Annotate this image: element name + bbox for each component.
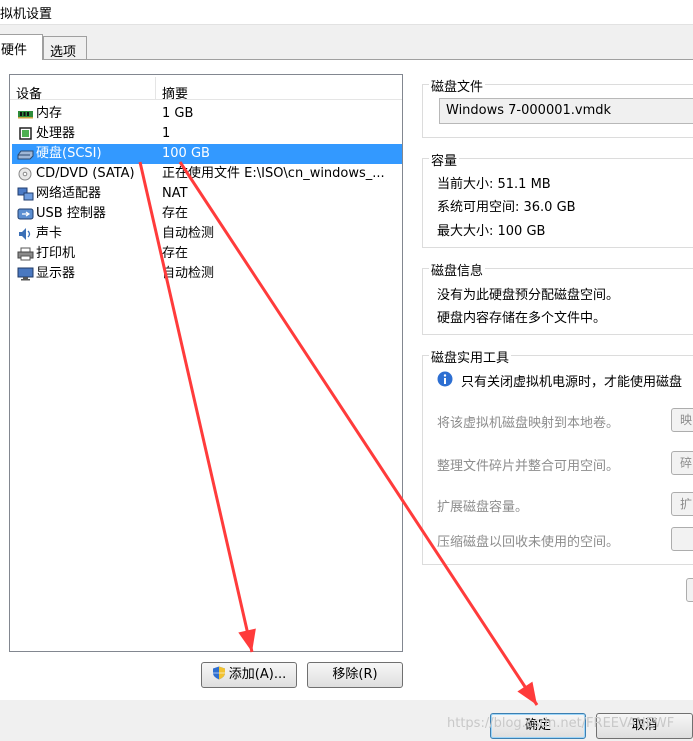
device-row-processor[interactable]: 处理器 1: [12, 124, 402, 144]
device-summary: 存在: [162, 246, 189, 261]
map-disk-button[interactable]: 映: [671, 408, 693, 432]
remove-device-button[interactable]: 移除(R): [307, 662, 403, 688]
available-space-text: 系统可用空间: 36.0 GB: [437, 200, 576, 215]
device-summary: 自动检测: [162, 266, 215, 281]
device-row-printer[interactable]: 打印机 存在: [12, 244, 402, 264]
device-summary: 1: [162, 126, 171, 141]
device-summary: 正在使用文件 E:\ISO\cn_windows_...: [162, 166, 385, 181]
header-separator: [155, 77, 156, 99]
sound-card-icon: [19, 228, 31, 240]
printer-icon: [17, 247, 34, 261]
disk-tools-group: 磁盘实用工具 只有关闭虚拟机电源时，才能使用磁盘 将该虚拟机磁盘映射到本地卷。 …: [422, 347, 693, 565]
window-title: 拟机设置: [0, 7, 53, 22]
hard-disk-icon: [17, 150, 34, 160]
header-summary[interactable]: 摘要: [162, 83, 188, 102]
device-name: 显示器: [36, 266, 76, 281]
device-summary: 1 GB: [162, 106, 194, 121]
memory-icon: [18, 111, 33, 119]
disk-file-field[interactable]: Windows 7-000001.vmdk: [439, 98, 693, 124]
device-summary: NAT: [162, 186, 188, 201]
expand-disk-text: 扩展磁盘容量。: [437, 500, 529, 515]
device-name: CD/DVD (SATA): [36, 166, 135, 181]
usb-controller-icon: [17, 208, 34, 220]
disk-info-legend: 磁盘信息: [429, 260, 486, 279]
disk-info-line-2: 硬盘内容存储在多个文件中。: [437, 311, 607, 326]
device-row-network-adapter[interactable]: 网络适配器 NAT: [12, 184, 402, 204]
capacity-group: 容量 当前大小: 51.1 MB 系统可用空间: 36.0 GB 最大大小: 1…: [422, 150, 693, 248]
disk-info-group: 磁盘信息 没有为此硬盘预分配磁盘空间。 硬盘内容存储在多个文件中。: [422, 260, 693, 335]
device-name: 网络适配器: [36, 186, 102, 201]
cd-dvd-icon: [18, 167, 32, 181]
tab-hardware[interactable]: 硬件: [0, 34, 43, 60]
device-name: 打印机: [36, 246, 76, 261]
display-icon: [17, 267, 34, 281]
device-name: 声卡: [36, 226, 63, 241]
device-row-usb-controller[interactable]: USB 控制器 存在: [12, 204, 402, 224]
add-device-button[interactable]: 添加(A)...: [201, 662, 297, 688]
device-name: 内存: [36, 106, 63, 121]
header-device[interactable]: 设备: [16, 83, 42, 102]
power-off-notice: 只有关闭虚拟机电源时，才能使用磁盘: [461, 375, 683, 390]
defragment-button[interactable]: 碎: [671, 451, 693, 475]
device-name: USB 控制器: [36, 206, 106, 221]
device-row-hard-disk[interactable]: 硬盘(SCSI) 100 GB: [12, 144, 402, 164]
add-button-label: 添加(A)...: [228, 667, 287, 682]
disk-info-line-1: 没有为此硬盘预分配磁盘空间。: [437, 288, 620, 303]
advanced-button[interactable]: [686, 578, 693, 602]
tab-options[interactable]: 选项: [43, 36, 87, 60]
device-row-display[interactable]: 显示器 自动检测: [12, 264, 402, 284]
processor-icon: [19, 127, 32, 140]
network-adapter-icon: [17, 187, 34, 201]
device-name: 硬盘(SCSI): [36, 146, 102, 161]
current-size-text: 当前大小: 51.1 MB: [437, 177, 551, 192]
device-summary: 100 GB: [162, 146, 210, 161]
defragment-text: 整理文件碎片并整合可用空间。: [437, 459, 620, 474]
capacity-legend: 容量: [429, 150, 460, 169]
uac-shield-icon: [212, 666, 225, 680]
list-header: 设备 摘要: [10, 75, 402, 102]
compact-disk-text: 压缩磁盘以回收未使用的空间。: [437, 535, 620, 550]
window-titlebar: 拟机设置: [0, 0, 693, 25]
device-summary: 存在: [162, 206, 189, 221]
expand-disk-button[interactable]: 扩: [671, 492, 693, 516]
max-size-text: 最大大小: 100 GB: [437, 224, 546, 239]
device-row-memory[interactable]: 内存 1 GB: [12, 104, 402, 124]
device-row-sound-card[interactable]: 声卡 自动检测: [12, 224, 402, 244]
disk-tools-legend: 磁盘实用工具: [429, 347, 512, 366]
watermark-text: https://blog.csdn.net/FREEVANEWF: [447, 716, 675, 731]
compact-disk-button[interactable]: [671, 527, 693, 551]
device-name: 处理器: [36, 126, 76, 141]
device-row-cd-dvd[interactable]: CD/DVD (SATA) 正在使用文件 E:\ISO\cn_windows_.…: [12, 164, 402, 184]
device-summary: 自动检测: [162, 226, 215, 241]
info-icon: [437, 371, 453, 387]
disk-file-group: 磁盘文件 Windows 7-000001.vmdk: [422, 76, 693, 138]
disk-file-legend: 磁盘文件: [429, 76, 486, 95]
map-disk-text: 将该虚拟机磁盘映射到本地卷。: [437, 416, 620, 431]
device-list[interactable]: 设备 摘要 内存 1 GB 处理器 1 硬盘(SCSI) 100 GB CD/D…: [9, 74, 403, 652]
